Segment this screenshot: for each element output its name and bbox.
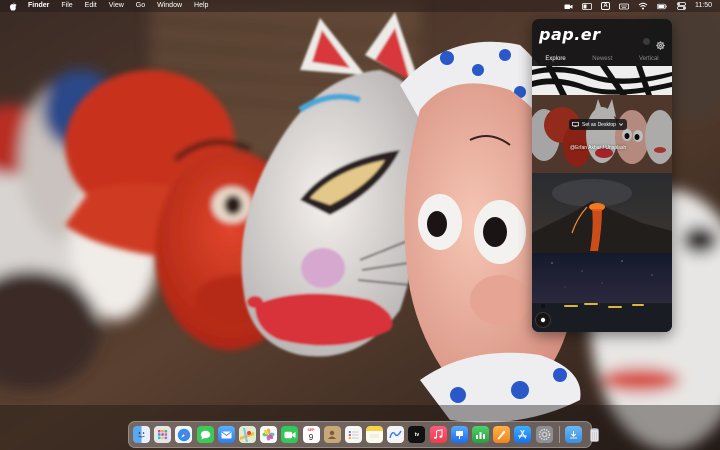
wallpaper-thumb-night-sky[interactable] — [532, 253, 672, 332]
menu-go[interactable]: Go — [136, 0, 145, 12]
tab-vertical[interactable]: Vertical — [633, 56, 665, 62]
battery-icon[interactable] — [657, 2, 667, 10]
input-source-icon[interactable]: A — [601, 2, 610, 10]
contacts-icon[interactable] — [323, 426, 341, 443]
messages-icon[interactable] — [196, 426, 214, 443]
maps-icon[interactable] — [238, 426, 256, 443]
monitor-icon — [572, 122, 579, 127]
menu-clock[interactable]: 11:50 — [695, 0, 712, 12]
tab-explore[interactable]: Explore — [539, 56, 571, 62]
downloads-folder-icon[interactable] — [564, 426, 582, 443]
control-strip-icon[interactable] — [582, 2, 592, 10]
paper-logo: pap.er — [539, 25, 601, 44]
system-settings-icon[interactable] — [535, 426, 553, 443]
tv-icon[interactable]: tv — [408, 426, 426, 443]
tab-newest[interactable]: Newest — [586, 56, 618, 62]
freeform-icon[interactable] — [387, 426, 405, 443]
menu-edit[interactable]: Edit — [85, 0, 97, 12]
facetime-icon[interactable] — [281, 426, 299, 443]
wallpaper-grid: Set as Desktop @Erfan Akbar / Unsplash — [532, 66, 672, 332]
finder-icon[interactable] — [133, 426, 150, 443]
calendar-icon[interactable]: SEP 9 — [302, 426, 320, 443]
trash-icon[interactable] — [586, 426, 603, 443]
pages-icon[interactable] — [493, 426, 511, 443]
floating-dot-icon — [541, 304, 545, 308]
mail-icon[interactable] — [217, 426, 235, 443]
magic-keyboard-icon[interactable] — [619, 2, 629, 10]
numbers-icon[interactable] — [472, 426, 489, 443]
dock-separator — [558, 426, 560, 443]
wallpaper-thumb-volcano[interactable] — [532, 173, 672, 253]
wallpaper-thumb-masks[interactable]: Set as Desktop @Erfan Akbar / Unsplash — [532, 95, 672, 173]
menu-view[interactable]: View — [109, 0, 124, 12]
wallpaper-thumb-zebra[interactable] — [532, 66, 672, 95]
status-dot-icon[interactable] — [643, 38, 650, 45]
set-as-desktop-button[interactable]: Set as Desktop — [569, 119, 627, 130]
wifi-icon[interactable] — [638, 2, 648, 10]
app-store-icon[interactable] — [514, 426, 532, 443]
menu-window[interactable]: Window — [157, 0, 182, 12]
menu-file[interactable]: File — [61, 0, 72, 12]
paper-wallpaper-panel: pap.er Explore Newest Vertical Set as De… — [532, 19, 672, 332]
safari-icon[interactable] — [175, 426, 193, 443]
menu-finder[interactable]: Finder — [28, 0, 49, 12]
tv-label: tv — [414, 431, 420, 438]
camera-status-icon[interactable] — [563, 2, 573, 10]
paper-tabs: Explore Newest Vertical — [532, 53, 672, 65]
launchpad-icon[interactable] — [154, 426, 172, 443]
dock: SEP 9 tv — [128, 421, 599, 448]
apple-logo-icon[interactable] — [9, 1, 18, 11]
gear-icon[interactable] — [656, 37, 665, 50]
chevron-down-icon[interactable] — [618, 123, 623, 126]
photos-icon[interactable] — [260, 426, 278, 443]
photo-credit-link[interactable]: @Erfan Akbar / Unsplash — [570, 145, 626, 151]
menu-help[interactable]: Help — [194, 0, 208, 12]
set-as-desktop-label: Set as Desktop — [582, 121, 616, 128]
reminders-icon[interactable] — [344, 426, 362, 443]
control-center-icon[interactable] — [676, 2, 686, 10]
floating-quick-button[interactable] — [535, 312, 551, 328]
menu-bar: Finder File Edit View Go Window Help A 1… — [0, 0, 720, 12]
paper-header: pap.er Explore Newest Vertical — [532, 19, 672, 65]
music-icon[interactable] — [429, 426, 447, 443]
calendar-day: 9 — [308, 432, 314, 442]
keynote-icon[interactable] — [450, 426, 468, 443]
notes-icon[interactable] — [366, 426, 384, 443]
